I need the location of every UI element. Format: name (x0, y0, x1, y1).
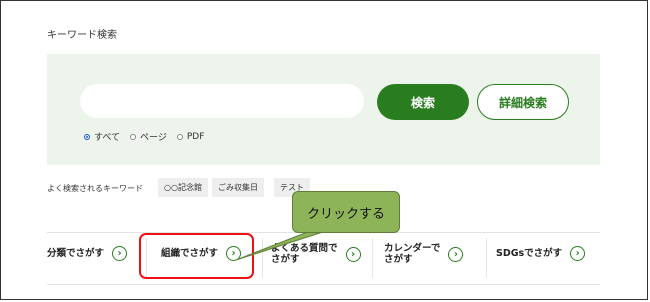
category-label: SDGsでさがす (496, 248, 563, 259)
divider (486, 238, 487, 278)
category-faq[interactable]: よくある質問で さがす › (271, 243, 361, 265)
scope-label-all: すべて (94, 133, 121, 143)
detail-search-button[interactable]: 詳細検索 (477, 84, 569, 120)
highlight-box (139, 233, 254, 279)
radio-checked-icon (84, 133, 90, 140)
scope-radio-page[interactable]: ページ (130, 130, 167, 143)
search-button[interactable]: 検索 (377, 84, 469, 120)
section-title: キーワード検索 (47, 30, 117, 41)
category-label: 分類でさがす (47, 248, 105, 259)
chevron-right-circle-icon: › (345, 246, 361, 262)
radio-unchecked-icon (130, 133, 137, 140)
chevron-right-circle-icon: › (112, 246, 128, 261)
scope-radio-all[interactable]: すべて (84, 130, 120, 143)
keyword-tag[interactable]: ○○記念館 (158, 178, 208, 197)
search-scope-group: すべて ページ PDF (84, 130, 204, 143)
scope-label-pdf: PDF (186, 131, 205, 142)
category-label-line: さがす (384, 254, 413, 265)
category-classification[interactable]: 分類でさがす › (47, 246, 128, 261)
scope-label-page: ページ (140, 133, 167, 143)
chevron-right-circle-icon: › (448, 246, 464, 262)
popular-keywords-label: よく検索されるキーワード (47, 184, 143, 193)
search-input[interactable] (80, 84, 364, 118)
divider (372, 238, 373, 278)
scope-radio-pdf[interactable]: PDF (176, 131, 205, 142)
category-label: よくある質問で さがす (271, 243, 338, 265)
category-sdgs[interactable]: SDGsでさがす › (496, 246, 586, 261)
category-label-line: よくある質問で (271, 243, 338, 254)
category-label: カレンダーで さがす (384, 243, 440, 265)
chevron-right-circle-icon: › (570, 246, 586, 261)
radio-unchecked-icon (176, 133, 183, 140)
keyword-tag[interactable]: ごみ収集日 (212, 178, 264, 197)
callout-bubble: クリックする (292, 191, 400, 233)
category-label-line: さがす (271, 254, 300, 265)
category-label-line: カレンダーで (384, 243, 441, 254)
divider (47, 284, 600, 285)
category-calendar[interactable]: カレンダーで さがす › (384, 243, 464, 265)
divider (262, 238, 263, 278)
